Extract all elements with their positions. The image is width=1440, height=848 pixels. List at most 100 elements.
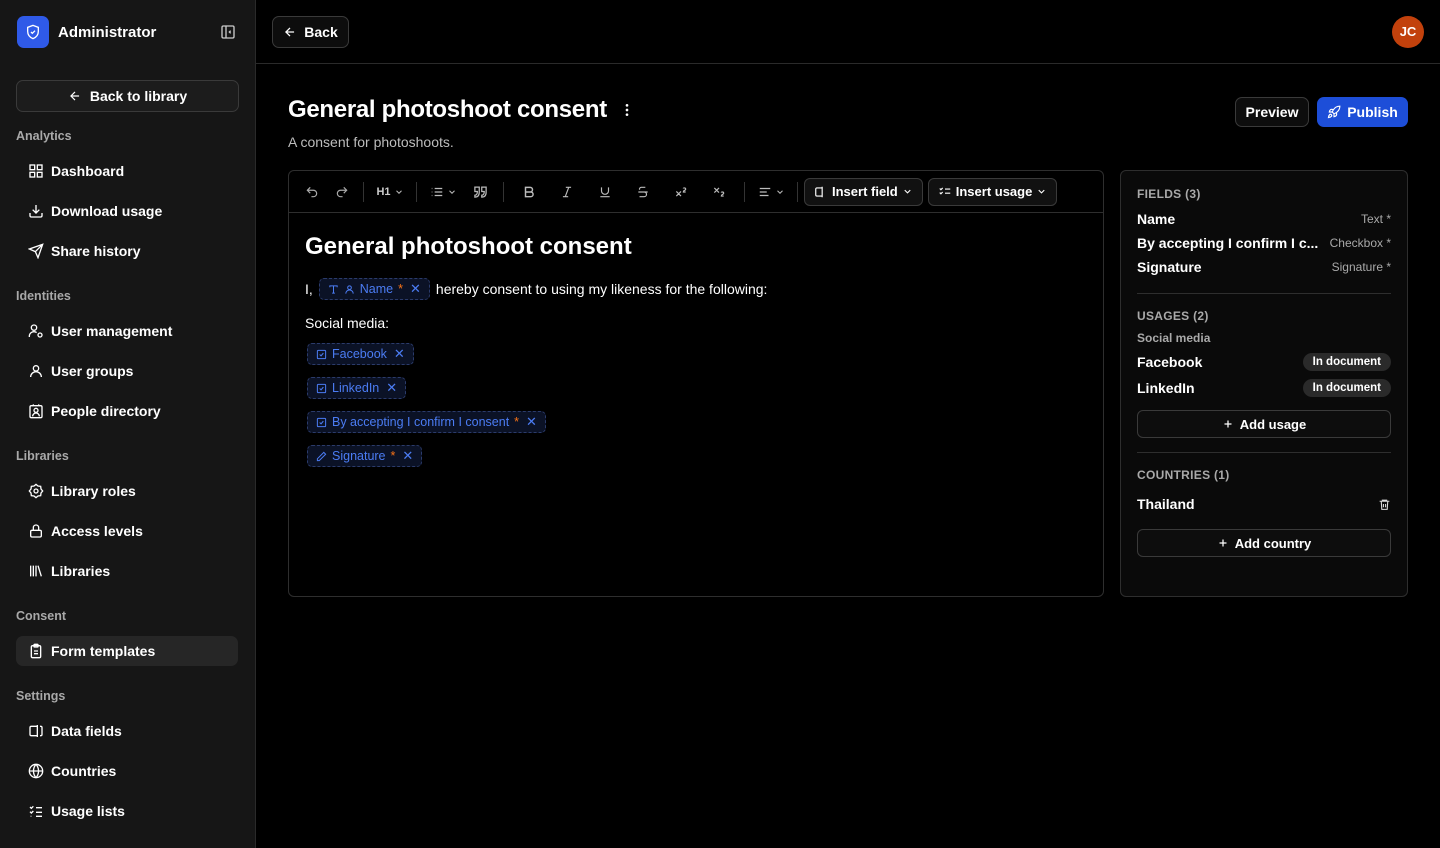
sidebar-item-form-templates[interactable]: Form templates	[16, 636, 238, 666]
shield-logo-icon	[17, 16, 49, 48]
globe-icon	[28, 763, 44, 779]
sidebar-item-label: Countries	[51, 763, 117, 779]
remove-chip-icon[interactable]: ✕	[386, 380, 397, 396]
heading-dropdown[interactable]: H1	[370, 178, 410, 206]
document-title: General photoshoot consent	[305, 233, 632, 260]
sidebar-item-user-groups[interactable]: User groups	[16, 356, 238, 386]
usage-name: Facebook	[1137, 354, 1203, 370]
field-type: Signature *	[1331, 260, 1391, 274]
chevron-down-icon	[904, 189, 911, 194]
rocket-icon	[1327, 105, 1341, 119]
preview-button[interactable]: Preview	[1235, 97, 1309, 127]
divider	[1137, 293, 1391, 294]
field-chip-facebook[interactable]: Facebook ✕	[307, 343, 414, 365]
sidebar-item-label: User management	[51, 323, 173, 339]
section-consent: Consent	[16, 609, 66, 623]
field-chip-name[interactable]: Name * ✕	[318, 278, 430, 300]
insert-usage-button[interactable]: Insert usage	[927, 177, 1058, 206]
editor-content[interactable]: General photoshoot consent I, Name * ✕ h…	[289, 213, 1103, 487]
align-left-icon	[759, 187, 770, 196]
sidebar-item-label: Form templates	[51, 643, 156, 659]
sidebar-item-label: Library roles	[51, 483, 136, 499]
remove-chip-icon[interactable]: ✕	[402, 448, 413, 464]
add-usage-label: Add usage	[1239, 416, 1307, 432]
underline-icon[interactable]	[586, 178, 624, 206]
back-button[interactable]: Back	[272, 15, 349, 48]
align-dropdown[interactable]	[751, 178, 791, 206]
page-header: General photoshoot consent A consent for…	[288, 96, 1408, 156]
redo-icon[interactable]	[327, 178, 357, 206]
chip-label: Name	[359, 282, 394, 296]
sidebar-item-label: Libraries	[51, 563, 111, 579]
back-to-library-button[interactable]: Back to library	[16, 80, 239, 112]
user-cog-icon	[28, 324, 43, 338]
chip-label: Signature	[332, 449, 386, 463]
field-type: Text *	[1360, 212, 1391, 226]
field-chip-consent-checkbox[interactable]: By accepting I confirm I consent * ✕	[307, 411, 546, 433]
page-title: General photoshoot consent	[288, 96, 607, 123]
remove-chip-icon[interactable]: ✕	[526, 414, 537, 430]
avatar[interactable]: JC	[1392, 15, 1424, 48]
superscript-icon[interactable]	[662, 178, 700, 206]
field-name: By accepting I confirm I c...	[1137, 235, 1319, 251]
list-checks-icon	[939, 187, 950, 195]
add-usage-button[interactable]: Add usage	[1137, 410, 1391, 438]
undo-icon[interactable]	[297, 178, 327, 206]
section-identities: Identities	[16, 289, 71, 303]
sidebar-collapse-icon[interactable]	[217, 21, 239, 43]
brand: Administrator	[16, 0, 239, 64]
toolbar-divider	[744, 181, 745, 202]
chip-row: By accepting I confirm I consent * ✕	[307, 411, 1087, 433]
field-chip-linkedin[interactable]: LinkedIn ✕	[307, 377, 407, 399]
usages-header: USAGES (2)	[1137, 309, 1209, 323]
arrow-left-icon	[285, 26, 295, 37]
sidebar-item-label: Access levels	[51, 523, 143, 539]
list-dropdown[interactable]	[423, 178, 463, 206]
usage-row[interactable]: LinkedIn In document	[1137, 375, 1391, 401]
properties-panel: FIELDS (3) Name Text * By accepting I co…	[1120, 170, 1408, 597]
sidebar-item-usage-lists[interactable]: Usage lists	[16, 796, 238, 826]
usage-row[interactable]: Facebook In document	[1137, 349, 1391, 375]
sidebar-item-countries[interactable]: Countries	[16, 756, 238, 786]
sidebar-item-user-management[interactable]: User management	[16, 316, 238, 346]
brand-name: Administrator	[58, 23, 157, 41]
publish-label: Publish	[1347, 104, 1398, 120]
quote-icon[interactable]	[463, 178, 497, 206]
italic-icon[interactable]	[548, 178, 586, 206]
send-icon	[28, 243, 44, 259]
more-vertical-icon[interactable]	[617, 100, 637, 120]
trash-icon[interactable]	[1378, 498, 1391, 511]
sidebar-item-share-history[interactable]: Share history	[16, 236, 238, 266]
subscript-icon[interactable]	[700, 178, 738, 206]
back-label: Back	[304, 23, 338, 40]
sidebar-item-library-roles[interactable]: Library roles	[16, 476, 238, 506]
bold-icon[interactable]	[510, 178, 548, 206]
chip-label: LinkedIn	[332, 381, 380, 395]
remove-chip-icon[interactable]: ✕	[394, 346, 405, 362]
badge-check-icon	[28, 483, 44, 499]
insert-field-button[interactable]: Insert field	[804, 177, 923, 206]
sidebar-item-libraries[interactable]: Libraries	[16, 556, 238, 586]
usage-name: LinkedIn	[1137, 380, 1195, 396]
sidebar-item-data-fields[interactable]: Data fields	[16, 716, 238, 746]
sidebar: Administrator Back to library Analytics …	[0, 0, 256, 848]
field-row[interactable]: By accepting I confirm I c... Checkbox *	[1137, 231, 1391, 255]
toolbar-divider	[363, 181, 364, 202]
publish-button[interactable]: Publish	[1317, 97, 1408, 127]
sidebar-item-dashboard[interactable]: Dashboard	[16, 156, 238, 186]
field-row[interactable]: Name Text *	[1137, 207, 1391, 231]
field-type: Checkbox *	[1329, 236, 1391, 250]
consent-sentence: I, Name * ✕ hereby consent to using my l…	[305, 278, 1087, 300]
field-row[interactable]: Signature Signature *	[1137, 255, 1391, 279]
plus-icon	[1219, 539, 1227, 547]
sidebar-item-label: Dashboard	[51, 163, 125, 179]
field-chip-signature[interactable]: Signature * ✕	[307, 445, 423, 467]
strikethrough-icon[interactable]	[624, 178, 662, 206]
sidebar-item-label: Share history	[51, 243, 141, 259]
sidebar-item-access-levels[interactable]: Access levels	[16, 516, 238, 546]
remove-chip-icon[interactable]: ✕	[410, 281, 421, 297]
add-country-button[interactable]: Add country	[1137, 529, 1391, 557]
page-subtitle: A consent for photoshoots.	[288, 134, 454, 150]
sidebar-item-people-directory[interactable]: People directory	[16, 396, 238, 426]
sidebar-item-download-usage[interactable]: Download usage	[16, 196, 238, 226]
